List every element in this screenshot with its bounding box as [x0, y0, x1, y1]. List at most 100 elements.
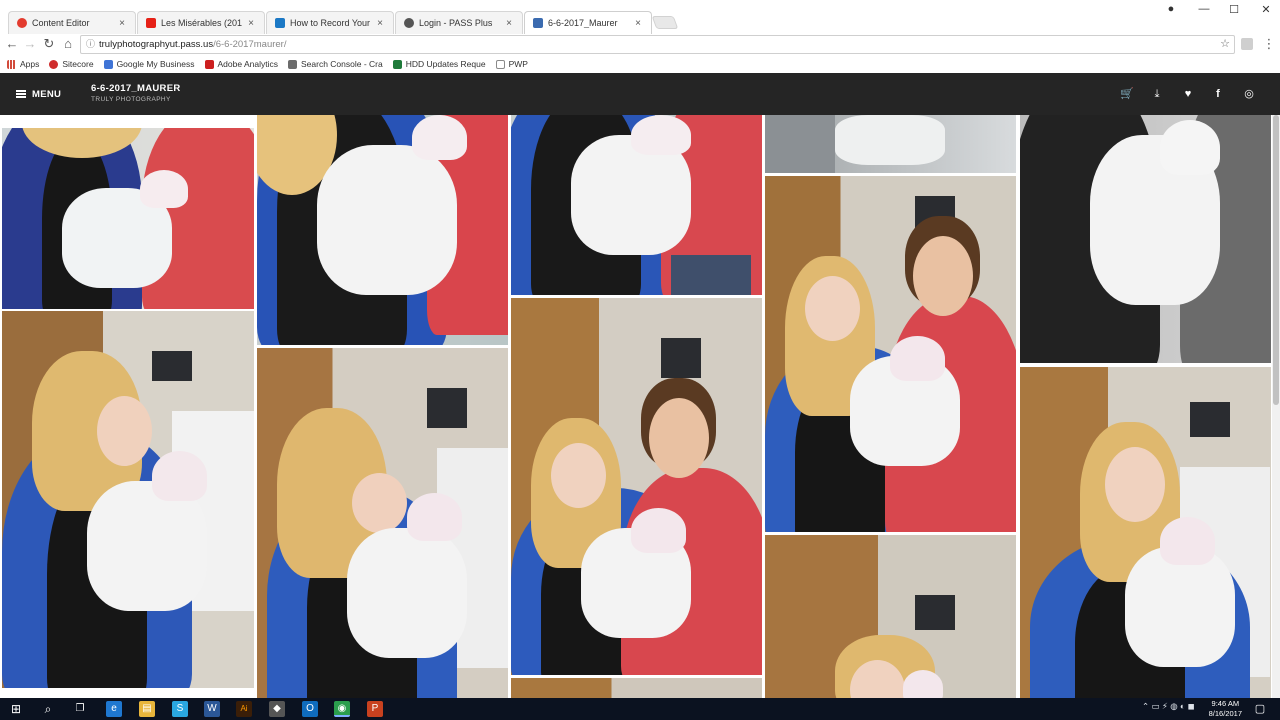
tab-content-editor[interactable]: Content Editor ×	[8, 11, 136, 34]
bookmark-label: Google My Business	[116, 59, 195, 69]
gallery-photo[interactable]	[1020, 367, 1271, 698]
close-icon[interactable]: ×	[375, 18, 385, 29]
bookmark-apps[interactable]: Apps	[7, 59, 39, 69]
bookmark-label: Apps	[20, 59, 40, 69]
tab-favicon-icon	[17, 18, 27, 28]
bookmark-label: Adobe Analytics	[217, 59, 278, 69]
gallery-photo[interactable]	[511, 115, 762, 295]
menu-button[interactable]: MENU	[16, 87, 61, 101]
gallery-photo[interactable]	[765, 115, 1016, 173]
tab-favicon-icon	[275, 18, 285, 28]
excel-icon	[392, 59, 402, 69]
menu-label: MENU	[32, 88, 62, 100]
hamburger-icon	[16, 90, 26, 98]
tab-label: Login - PASS Plus	[419, 18, 493, 28]
forward-button[interactable]: →	[22, 36, 38, 52]
gallery-photo[interactable]	[511, 678, 762, 698]
bookmark-google-my-business[interactable]: Google My Business	[103, 59, 195, 69]
gallery-photo[interactable]	[2, 128, 254, 309]
gallery-header: MENU 6-6-2017_MAURER TRULY PHOTOGRAPHY 🛒…	[0, 73, 1280, 115]
close-icon[interactable]: ×	[633, 18, 643, 29]
minimize-button[interactable]: —	[1192, 3, 1216, 15]
adobe-analytics-icon	[204, 59, 214, 69]
bookmark-search-console[interactable]: Search Console - Cra	[288, 59, 383, 69]
gallery-photo[interactable]	[2, 311, 254, 688]
bookmark-label: Search Console - Cra	[301, 59, 383, 69]
gallery-subtitle: TRULY PHOTOGRAPHY	[91, 96, 171, 103]
site-info-icon[interactable]: ⓘ	[86, 36, 95, 53]
edge-icon[interactable]: e	[106, 701, 122, 717]
scrollbar-thumb[interactable]	[1273, 115, 1279, 405]
bookmark-hdd-updates[interactable]: HDD Updates Reque	[392, 59, 486, 69]
windows-taskbar: ⊞ ⌕ ❐ e ▤ S W Ai ◆ O ◉ P ⌃ ▭ ⚡ ◍ ◐ ◼ 9:4…	[0, 698, 1280, 720]
url-host: trulyphotographyut.pass.us	[99, 39, 214, 50]
gallery-photo[interactable]	[257, 348, 508, 698]
system-tray-icons[interactable]: ⌃ ▭ ⚡ ◍ ◐ ◼	[1142, 701, 1195, 712]
skype-icon[interactable]: S	[172, 701, 188, 717]
tab-how-to-record[interactable]: How to Record Your Co ×	[266, 11, 394, 34]
tab-label: Les Misérables (2012	[161, 18, 242, 28]
tab-label: How to Record Your Co	[290, 18, 371, 28]
close-icon[interactable]: ×	[246, 18, 256, 29]
reload-button[interactable]: ↻	[41, 36, 57, 52]
chrome-icon[interactable]: ◉	[334, 701, 350, 717]
url-field[interactable]: ⓘ trulyphotographyut.pass.us/6-6-2017mau…	[80, 35, 1235, 54]
gallery-title: 6-6-2017_MAURER	[91, 83, 181, 94]
notification-icon[interactable]: ▢	[1252, 701, 1268, 717]
google-my-business-icon	[103, 59, 113, 69]
close-icon[interactable]: ×	[504, 18, 514, 29]
url-path: /6-6-2017maurer/	[213, 39, 287, 50]
gallery-photo[interactable]	[1020, 115, 1271, 363]
tab-label: Content Editor	[32, 18, 90, 28]
tab-favicon-icon	[404, 18, 414, 28]
chrome-menu-icon[interactable]: ⋮	[1261, 36, 1277, 52]
outlook-icon[interactable]: O	[302, 701, 318, 717]
word-icon[interactable]: W	[204, 701, 220, 717]
gallery-photo[interactable]	[765, 535, 1016, 698]
gallery-photo[interactable]	[511, 298, 762, 675]
tab-favicon-icon	[146, 18, 156, 28]
gallery-photo[interactable]	[257, 115, 508, 345]
gallery-photo[interactable]	[765, 176, 1016, 532]
clock-date: 8/16/2017	[1208, 709, 1242, 718]
bookmark-star-icon[interactable]: ☆	[1220, 36, 1230, 53]
cart-icon[interactable]: 🛒	[1119, 86, 1135, 102]
file-explorer-icon[interactable]: ▤	[139, 701, 155, 717]
tab-login-pass-plus[interactable]: Login - PASS Plus ×	[395, 11, 523, 34]
illustrator-icon[interactable]: Ai	[236, 701, 252, 717]
start-button[interactable]: ⊞	[8, 701, 24, 717]
maximize-button[interactable]: ☐	[1222, 3, 1246, 16]
back-button[interactable]: ←	[4, 36, 20, 52]
bookmark-sitecore[interactable]: Sitecore	[49, 59, 94, 69]
app-icon[interactable]: ◆	[269, 701, 285, 717]
tab-favicon-icon	[533, 18, 543, 28]
browser-tab-strip: Content Editor × Les Misérables (2012 × …	[0, 0, 1280, 34]
photo-grid	[0, 115, 1280, 698]
tab-les-miserables[interactable]: Les Misérables (2012 ×	[137, 11, 265, 34]
bookmarks-bar: Apps Sitecore Google My Business Adobe A…	[0, 55, 1280, 73]
instagram-icon[interactable]: ◎	[1241, 86, 1257, 102]
extension-icon[interactable]	[1241, 38, 1253, 50]
heart-icon[interactable]: ♥	[1180, 86, 1196, 102]
facebook-icon[interactable]: f	[1210, 86, 1226, 102]
profile-icon[interactable]: ●	[1159, 3, 1183, 15]
apps-grid-icon	[7, 59, 16, 69]
new-tab-button[interactable]	[651, 16, 679, 29]
bookmark-adobe-analytics[interactable]: Adobe Analytics	[204, 59, 278, 69]
taskbar-clock[interactable]: 9:46 AM 8/16/2017	[1209, 699, 1242, 719]
powerpoint-icon[interactable]: P	[367, 701, 383, 717]
bookmark-pwp[interactable]: PWP	[495, 59, 528, 69]
home-button[interactable]: ⌂	[60, 36, 76, 52]
download-icon[interactable]: ⤓	[1149, 86, 1165, 102]
address-bar-row: ← → ↻ ⌂ ⓘ trulyphotographyut.pass.us/6-6…	[0, 34, 1280, 55]
close-window-button[interactable]: ✕	[1254, 3, 1278, 16]
close-icon[interactable]: ×	[117, 18, 127, 29]
bookmark-label: HDD Updates Reque	[405, 59, 486, 69]
bookmark-label: Sitecore	[62, 59, 94, 69]
tab-6-6-2017-maurer[interactable]: 6-6-2017_Maurer ×	[524, 11, 652, 34]
search-icon[interactable]: ⌕	[40, 701, 56, 717]
task-view-icon[interactable]: ❐	[72, 701, 88, 717]
tab-label: 6-6-2017_Maurer	[548, 18, 618, 28]
page-icon	[495, 59, 505, 69]
search-console-icon	[288, 59, 297, 69]
